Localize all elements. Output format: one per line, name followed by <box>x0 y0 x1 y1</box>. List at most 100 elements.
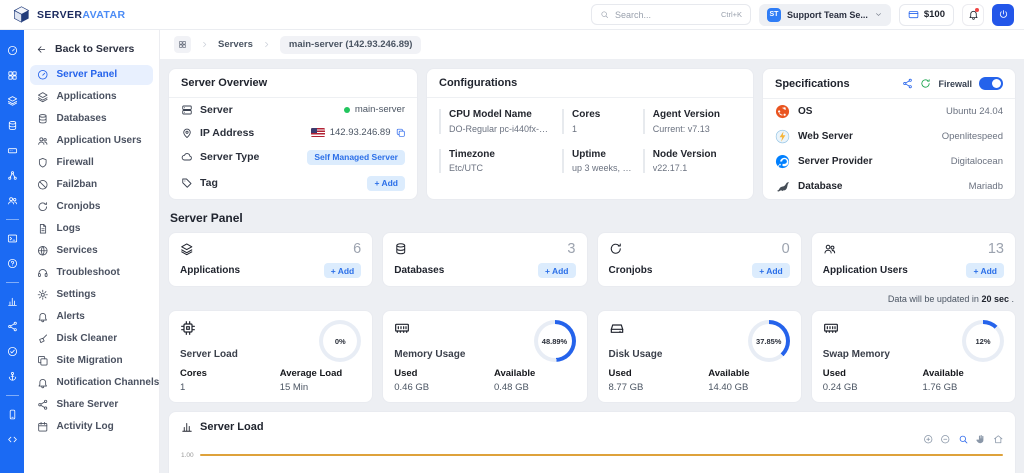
copy-icon[interactable] <box>396 128 406 138</box>
top-bar: SERVERAVATAR Ctrl+K ST Support Team Se..… <box>0 0 1024 30</box>
search-icon <box>600 10 609 19</box>
count-label: Application Users <box>823 265 908 276</box>
stat-label: Disk Usage <box>609 349 663 360</box>
network-icon[interactable] <box>0 163 24 188</box>
stat-label: Memory Usage <box>394 349 465 360</box>
terminal-icon[interactable] <box>0 226 24 251</box>
icon-rail <box>0 30 24 473</box>
usage-ring: 48.89% <box>534 320 576 362</box>
add-button[interactable]: + Add <box>752 263 790 278</box>
chart-title: Server Load <box>200 421 264 433</box>
applications-count-card: 6 Applications + Add <box>168 232 373 287</box>
search-box[interactable]: Ctrl+K <box>591 4 751 25</box>
sidebar-item-applications[interactable]: Applications <box>30 87 153 108</box>
mobile-icon[interactable] <box>0 402 24 427</box>
sidebar-item-share-server[interactable]: Share Server <box>30 395 153 416</box>
breadcrumb: Servers main-server (142.93.246.89) <box>160 30 1024 59</box>
breadcrumb-home-icon[interactable] <box>174 36 191 53</box>
location-pin-icon <box>181 127 193 139</box>
main-area: Servers main-server (142.93.246.89) Serv… <box>160 30 1024 473</box>
team-selector[interactable]: ST Support Team Se... <box>759 4 891 26</box>
pan-icon[interactable] <box>975 434 986 445</box>
overview-row-tag: Tag + Add <box>169 170 417 196</box>
credit-amount: $100 <box>924 9 945 20</box>
chevron-down-icon <box>874 10 883 19</box>
dashboard-icon[interactable] <box>0 38 24 63</box>
server-panel-icon[interactable] <box>0 63 24 88</box>
breadcrumb-servers[interactable]: Servers <box>218 39 253 50</box>
disk-icon <box>609 320 663 336</box>
users-icon[interactable] <box>0 188 24 213</box>
brand-cube-icon <box>12 5 31 24</box>
status-check-icon[interactable] <box>0 339 24 364</box>
sidebar-item-logs[interactable]: Logs <box>30 219 153 240</box>
anchor-icon[interactable] <box>0 364 24 389</box>
sidebar-item-troubleshoot[interactable]: Troubleshoot <box>30 263 153 284</box>
update-note: Data will be updated in 20 sec . <box>170 294 1014 304</box>
zoom-out-icon[interactable] <box>940 434 951 445</box>
sidebar-item-databases[interactable]: Databases <box>30 109 153 130</box>
back-to-servers[interactable]: Back to Servers <box>24 36 159 63</box>
configuration-item: Agent Version Current: v7.13 <box>643 109 741 134</box>
code-icon[interactable] <box>0 427 24 452</box>
page-content: Server Overview Server main-server IP Ad… <box>160 59 1024 473</box>
add-button[interactable]: + Add <box>966 263 1004 278</box>
sidebar-item-application-users[interactable]: Application Users <box>30 131 153 152</box>
chart-plot-area[interactable]: 1.00 <box>181 452 1003 459</box>
specifications-card: Specifications Firewall <box>762 68 1016 200</box>
brand-name: SERVERAVATAR <box>37 9 125 21</box>
sidebar-item-fail2ban[interactable]: Fail2ban <box>30 175 153 196</box>
overview-row-server: Server main-server <box>169 98 417 121</box>
sidebar-item-notification-channels[interactable]: Notification Channels <box>30 373 153 394</box>
cpu-icon <box>180 320 238 336</box>
sidebar-item-firewall[interactable]: Firewall <box>30 153 153 174</box>
configuration-item: Timezone Etc/UTC <box>439 149 552 174</box>
sidebar-item-server-panel[interactable]: Server Panel <box>30 65 153 86</box>
storage-icon[interactable] <box>0 138 24 163</box>
brand-logo[interactable]: SERVERAVATAR <box>12 5 125 24</box>
ubuntu-icon <box>775 104 790 119</box>
sidebar-item-cronjobs[interactable]: Cronjobs <box>30 197 153 218</box>
specification-row: OS Ubuntu 24.04 <box>763 99 1015 124</box>
cronjobs-icon <box>609 242 623 256</box>
memory-icon <box>394 320 465 336</box>
add-button[interactable]: + Add <box>324 263 362 278</box>
ip-address: 142.93.246.89 <box>330 127 391 138</box>
zoom-in-icon[interactable] <box>923 434 934 445</box>
databases-icon[interactable] <box>0 113 24 138</box>
swap-icon <box>823 320 890 336</box>
sidebar-item-site-migration[interactable]: Site Migration <box>30 351 153 372</box>
cronjobs-count-card: 0 Cronjobs + Add <box>597 232 802 287</box>
chevron-right-icon <box>200 40 209 49</box>
sidebar-item-services[interactable]: Services <box>30 241 153 262</box>
power-button[interactable] <box>992 4 1014 26</box>
applications-icon[interactable] <box>0 88 24 113</box>
notifications-button[interactable] <box>962 4 984 26</box>
sidebar-item-alerts[interactable]: Alerts <box>30 307 153 328</box>
refresh-icon[interactable] <box>920 78 931 89</box>
credit-button[interactable]: $100 <box>899 4 954 26</box>
usage-percent: 48.89% <box>542 337 567 346</box>
server-name: main-server <box>355 104 405 115</box>
usage-percent: 0% <box>335 337 346 346</box>
selection-zoom-icon[interactable] <box>958 434 969 445</box>
tag-icon <box>181 177 193 189</box>
add-button[interactable]: + Add <box>538 263 576 278</box>
sidebar-item-settings[interactable]: Settings <box>30 285 153 306</box>
firewall-toggle[interactable] <box>979 77 1003 90</box>
digitalocean-icon <box>775 154 790 169</box>
team-name: Support Team Se... <box>787 10 868 20</box>
search-input[interactable] <box>615 10 715 20</box>
reset-home-icon[interactable] <box>993 434 1004 445</box>
bar-chart-icon <box>181 421 193 433</box>
analytics-icon[interactable] <box>0 289 24 314</box>
server-icon <box>181 104 193 116</box>
help-icon[interactable] <box>0 251 24 276</box>
us-flag-icon <box>311 128 325 137</box>
share-nodes-icon[interactable] <box>0 314 24 339</box>
sidebar-item-activity-log[interactable]: Activity Log <box>30 417 153 438</box>
add-tag-button[interactable]: + Add <box>367 176 405 191</box>
breadcrumb-current-server: main-server (142.93.246.89) <box>280 36 422 54</box>
sidebar-item-disk-cleaner[interactable]: Disk Cleaner <box>30 329 153 350</box>
share-icon[interactable] <box>902 78 913 89</box>
